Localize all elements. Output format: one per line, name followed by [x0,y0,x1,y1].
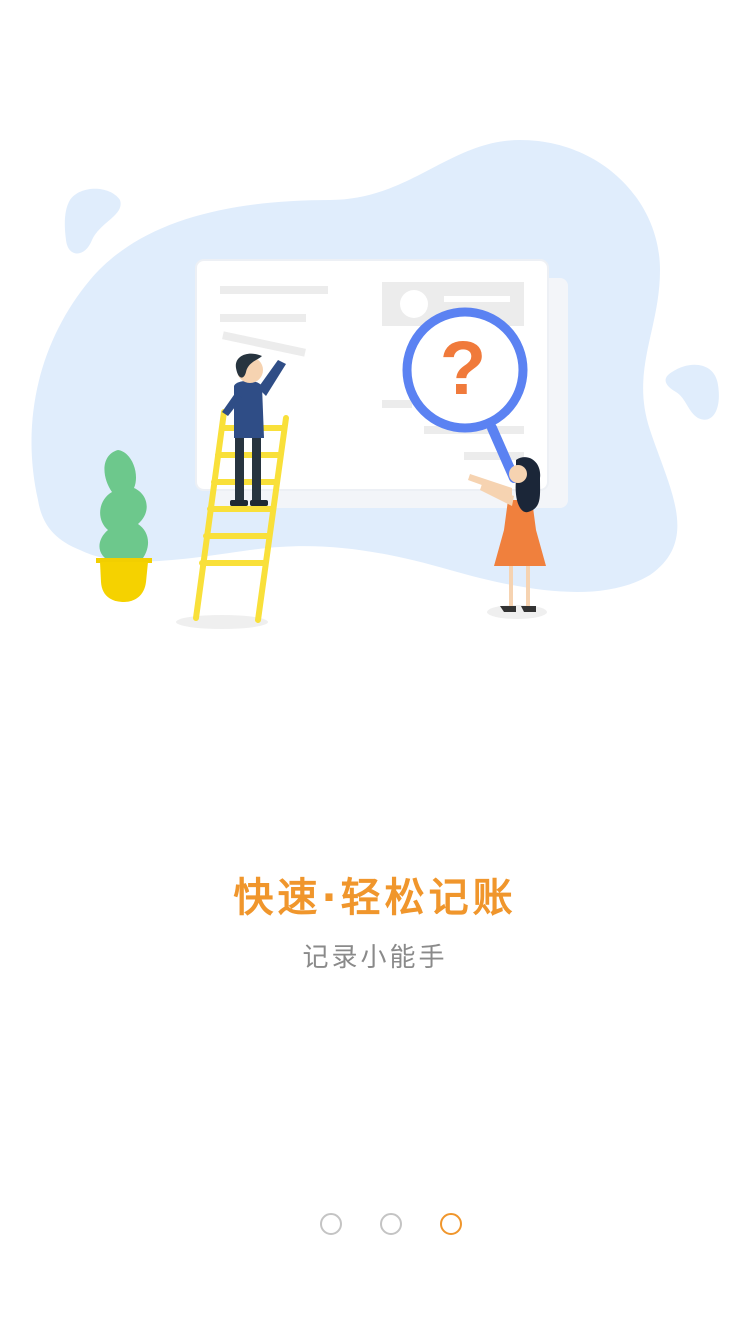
onboarding-page: ? 快速·轻松记账 记录小能手 [0,0,750,1334]
page-dot-2[interactable] [380,1213,402,1235]
page-indicator [0,1213,750,1237]
onboarding-subtitle: 记录小能手 [302,943,448,973]
plant-pot [100,562,148,602]
page-dot-1[interactable] [320,1213,342,1235]
onboarding-title: 快速·轻松记账 [233,875,517,921]
page-dot-3-active[interactable] [440,1213,462,1235]
onboarding-illustration: ? [31,140,719,629]
question-mark-icon: ? [440,326,486,411]
small-blob-left [64,188,121,254]
small-blob-right [665,364,719,420]
